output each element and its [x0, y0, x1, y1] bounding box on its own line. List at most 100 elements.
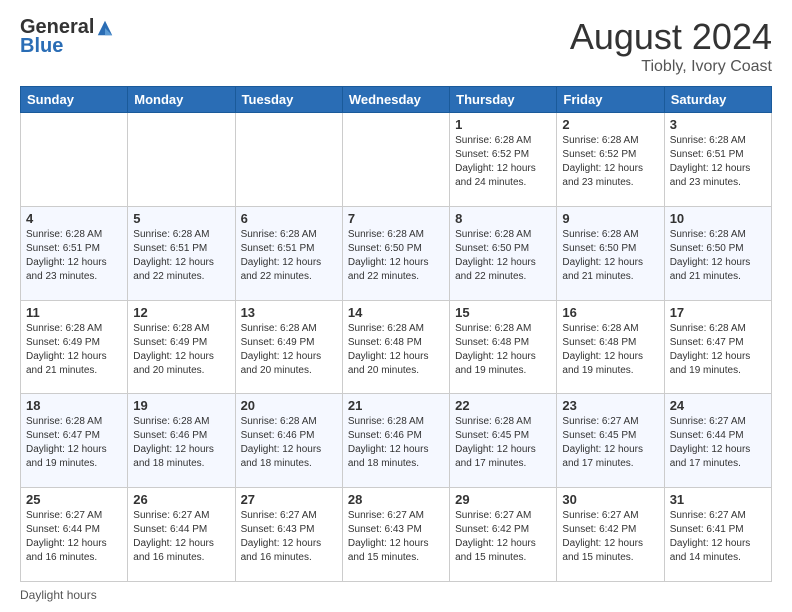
day-cell: 10 Sunrise: 6:28 AM Sunset: 6:50 PM Dayli…: [664, 206, 771, 300]
day-info: Sunrise: 6:28 AM Sunset: 6:50 PM Dayligh…: [670, 228, 766, 284]
day-cell: [235, 113, 342, 207]
week-row-4: 18Sunrise: 6:28 AM Sunset: 6:47 PM Dayli…: [21, 394, 772, 488]
day-cell: 19 Sunrise: 6:28 AM Sunset: 6:46 PM Dayli…: [128, 394, 235, 488]
day-cell: 26 Sunrise: 6:27 AM Sunset: 6:44 PM Dayli…: [128, 488, 235, 582]
day-number: 1: [455, 117, 551, 132]
day-info: Sunrise: 6:27 AM Sunset: 6:43 PM Dayligh…: [241, 509, 337, 565]
day-number: 31: [670, 492, 766, 507]
day-cell: 20Sunrise: 6:28 AM Sunset: 6:46 PM Dayli…: [235, 394, 342, 488]
day-cell: 30Sunrise: 6:27 AM Sunset: 6:42 PM Dayli…: [557, 488, 664, 582]
day-number: 28: [348, 492, 444, 507]
day-number: 11: [26, 305, 122, 320]
day-info: Sunrise: 6:27 AM Sunset: 6:44 PM Dayligh…: [133, 509, 229, 565]
day-info: Sunrise: 6:28 AM Sunset: 6:51 PM Dayligh…: [26, 228, 122, 284]
day-cell: 1 Sunrise: 6:28 AM Sunset: 6:52 PM Daylig…: [450, 113, 557, 207]
day-number: 12: [133, 305, 229, 320]
weekday-thursday: Thursday: [450, 87, 557, 113]
day-info: Sunrise: 6:28 AM Sunset: 6:50 PM Dayligh…: [348, 228, 444, 284]
day-cell: 31 Sunrise: 6:27 AM Sunset: 6:41 PM Dayli…: [664, 488, 771, 582]
day-number: 10: [670, 211, 766, 226]
day-number: 20: [241, 398, 337, 413]
day-cell: 18Sunrise: 6:28 AM Sunset: 6:47 PM Dayli…: [21, 394, 128, 488]
day-info: Sunrise: 6:28 AM Sunset: 6:51 PM Dayligh…: [133, 228, 229, 284]
day-info: Sunrise: 6:28 AM Sunset: 6:46 PM Dayligh…: [348, 415, 444, 471]
weekday-sunday: Sunday: [21, 87, 128, 113]
day-cell: 7 Sunrise: 6:28 AM Sunset: 6:50 PM Daylig…: [342, 206, 449, 300]
week-row-2: 4Sunrise: 6:28 AM Sunset: 6:51 PM Daylig…: [21, 206, 772, 300]
day-info: Sunrise: 6:28 AM Sunset: 6:46 PM Dayligh…: [133, 415, 229, 471]
day-cell: 23 Sunrise: 6:27 AM Sunset: 6:45 PM Dayli…: [557, 394, 664, 488]
day-cell: 6Sunrise: 6:28 AM Sunset: 6:51 PM Daylig…: [235, 206, 342, 300]
day-info: Sunrise: 6:28 AM Sunset: 6:49 PM Dayligh…: [26, 322, 122, 378]
day-cell: 9Sunrise: 6:28 AM Sunset: 6:50 PM Daylig…: [557, 206, 664, 300]
day-cell: 15 Sunrise: 6:28 AM Sunset: 6:48 PM Dayli…: [450, 300, 557, 394]
weekday-tuesday: Tuesday: [235, 87, 342, 113]
day-info: Sunrise: 6:28 AM Sunset: 6:52 PM Dayligh…: [455, 134, 551, 190]
day-cell: 8Sunrise: 6:28 AM Sunset: 6:50 PM Daylig…: [450, 206, 557, 300]
day-cell: 25 Sunrise: 6:27 AM Sunset: 6:44 PM Dayli…: [21, 488, 128, 582]
day-number: 21: [348, 398, 444, 413]
day-info: Sunrise: 6:27 AM Sunset: 6:41 PM Dayligh…: [670, 509, 766, 565]
week-row-3: 11 Sunrise: 6:28 AM Sunset: 6:49 PM Dayli…: [21, 300, 772, 394]
day-number: 19: [133, 398, 229, 413]
day-info: Sunrise: 6:28 AM Sunset: 6:52 PM Dayligh…: [562, 134, 658, 190]
day-cell: 5 Sunrise: 6:28 AM Sunset: 6:51 PM Daylig…: [128, 206, 235, 300]
location: Tiobly, Ivory Coast: [570, 58, 772, 76]
day-cell: 24 Sunrise: 6:27 AM Sunset: 6:44 PM Dayli…: [664, 394, 771, 488]
month-title: August 2024: [570, 16, 772, 58]
day-info: Sunrise: 6:28 AM Sunset: 6:48 PM Dayligh…: [348, 322, 444, 378]
footer-label: Daylight hours: [20, 588, 97, 602]
weekday-saturday: Saturday: [664, 87, 771, 113]
weekday-header-row: SundayMondayTuesdayWednesdayThursdayFrid…: [21, 87, 772, 113]
weekday-monday: Monday: [128, 87, 235, 113]
header: General Blue August 2024 Tiobly, Ivory C…: [20, 16, 772, 76]
day-number: 6: [241, 211, 337, 226]
day-info: Sunrise: 6:28 AM Sunset: 6:48 PM Dayligh…: [455, 322, 551, 378]
day-number: 3: [670, 117, 766, 132]
page: General Blue August 2024 Tiobly, Ivory C…: [0, 0, 792, 612]
day-cell: 21 Sunrise: 6:28 AM Sunset: 6:46 PM Dayli…: [342, 394, 449, 488]
day-info: Sunrise: 6:27 AM Sunset: 6:42 PM Dayligh…: [455, 509, 551, 565]
day-number: 30: [562, 492, 658, 507]
day-number: 23: [562, 398, 658, 413]
day-cell: 4Sunrise: 6:28 AM Sunset: 6:51 PM Daylig…: [21, 206, 128, 300]
day-number: 15: [455, 305, 551, 320]
title-area: August 2024 Tiobly, Ivory Coast: [570, 16, 772, 76]
day-info: Sunrise: 6:27 AM Sunset: 6:44 PM Dayligh…: [670, 415, 766, 471]
logo: General Blue: [20, 16, 114, 58]
day-cell: 16 Sunrise: 6:28 AM Sunset: 6:48 PM Dayli…: [557, 300, 664, 394]
day-number: 25: [26, 492, 122, 507]
day-cell: 12Sunrise: 6:28 AM Sunset: 6:49 PM Dayli…: [128, 300, 235, 394]
day-number: 8: [455, 211, 551, 226]
logo-icon: [96, 19, 114, 37]
day-number: 2: [562, 117, 658, 132]
day-info: Sunrise: 6:27 AM Sunset: 6:43 PM Dayligh…: [348, 509, 444, 565]
day-cell: 13 Sunrise: 6:28 AM Sunset: 6:49 PM Dayli…: [235, 300, 342, 394]
day-info: Sunrise: 6:27 AM Sunset: 6:44 PM Dayligh…: [26, 509, 122, 565]
day-number: 13: [241, 305, 337, 320]
day-number: 27: [241, 492, 337, 507]
day-number: 26: [133, 492, 229, 507]
day-number: 9: [562, 211, 658, 226]
day-number: 5: [133, 211, 229, 226]
day-cell: 2 Sunrise: 6:28 AM Sunset: 6:52 PM Daylig…: [557, 113, 664, 207]
day-number: 14: [348, 305, 444, 320]
day-info: Sunrise: 6:28 AM Sunset: 6:51 PM Dayligh…: [670, 134, 766, 190]
day-cell: 27 Sunrise: 6:27 AM Sunset: 6:43 PM Dayli…: [235, 488, 342, 582]
day-number: 7: [348, 211, 444, 226]
weekday-wednesday: Wednesday: [342, 87, 449, 113]
day-info: Sunrise: 6:28 AM Sunset: 6:47 PM Dayligh…: [26, 415, 122, 471]
day-info: Sunrise: 6:28 AM Sunset: 6:48 PM Dayligh…: [562, 322, 658, 378]
day-number: 22: [455, 398, 551, 413]
weekday-friday: Friday: [557, 87, 664, 113]
week-row-1: 1 Sunrise: 6:28 AM Sunset: 6:52 PM Daylig…: [21, 113, 772, 207]
day-number: 24: [670, 398, 766, 413]
day-info: Sunrise: 6:28 AM Sunset: 6:49 PM Dayligh…: [241, 322, 337, 378]
day-cell: 11 Sunrise: 6:28 AM Sunset: 6:49 PM Dayli…: [21, 300, 128, 394]
logo-blue-text: Blue: [20, 35, 63, 57]
day-info: Sunrise: 6:27 AM Sunset: 6:45 PM Dayligh…: [562, 415, 658, 471]
day-cell: 29Sunrise: 6:27 AM Sunset: 6:42 PM Dayli…: [450, 488, 557, 582]
day-number: 16: [562, 305, 658, 320]
day-cell: 3 Sunrise: 6:28 AM Sunset: 6:51 PM Daylig…: [664, 113, 771, 207]
week-row-5: 25 Sunrise: 6:27 AM Sunset: 6:44 PM Dayli…: [21, 488, 772, 582]
